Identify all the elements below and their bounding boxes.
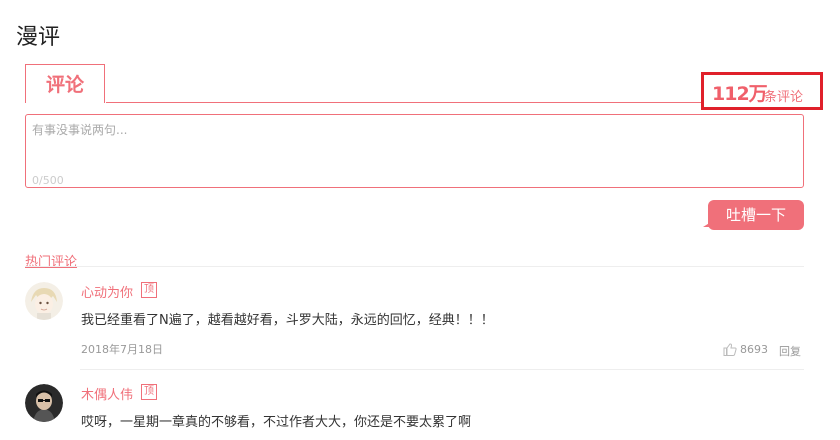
- comment-count-number: 112万: [712, 83, 768, 105]
- comment-input[interactable]: [26, 115, 803, 187]
- comment-divider: [80, 369, 804, 370]
- reply-link[interactable]: 回复: [779, 343, 801, 359]
- comment-username[interactable]: 心动为你: [81, 282, 133, 301]
- like-count: 8693: [740, 343, 768, 356]
- top-badge: 顶: [141, 384, 157, 400]
- comment-count-box: 112万 条评论: [701, 72, 823, 110]
- avatar[interactable]: [25, 282, 63, 320]
- avatar-image-icon: [25, 384, 63, 422]
- comment-box: 0/500: [25, 114, 804, 188]
- hot-comments-divider: [25, 266, 804, 267]
- submit-comment-button[interactable]: 吐槽一下: [703, 200, 804, 230]
- comment-username[interactable]: 木偶人伟: [81, 384, 133, 403]
- thumbs-up-icon[interactable]: [723, 341, 737, 356]
- comment-count-label: 条评论: [764, 90, 804, 105]
- comment-text: 哎呀，一星期一章真的不够看，不过作者大大，你还是不要太累了啊: [81, 415, 472, 430]
- hot-comments-title[interactable]: 热门评论: [25, 251, 77, 270]
- char-counter: 0/500: [32, 174, 64, 187]
- avatar-image-icon: [25, 282, 63, 320]
- page-title: 漫评: [16, 24, 61, 50]
- tab-comments[interactable]: 评论: [25, 64, 105, 103]
- comment-text: 我已经重看了N遍了，越看越好看，斗罗大陆，永远的回忆，经典！！！: [81, 313, 494, 328]
- tab-underline: [106, 102, 710, 103]
- top-badge: 顶: [141, 282, 157, 298]
- comment-date: 2018年7月18日: [81, 343, 163, 356]
- avatar[interactable]: [25, 384, 63, 422]
